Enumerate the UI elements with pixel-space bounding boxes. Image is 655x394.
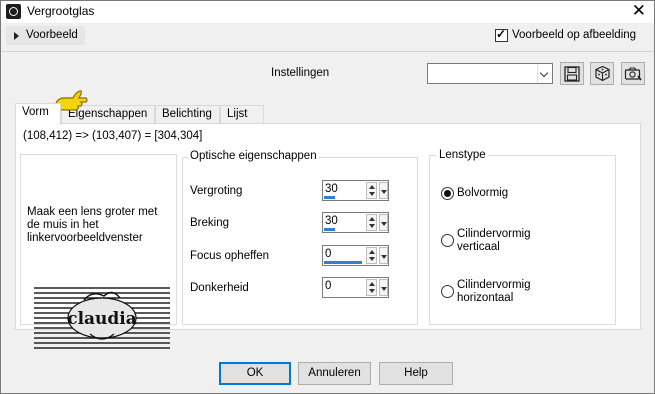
app-icon xyxy=(6,4,21,19)
refraction-value[interactable]: 30 xyxy=(325,215,338,227)
spin-up-icon[interactable] xyxy=(369,217,375,221)
randomize-button[interactable] xyxy=(590,62,614,85)
spin-up-icon[interactable] xyxy=(369,185,375,189)
presets-dropdown[interactable] xyxy=(427,63,553,84)
cancel-button[interactable]: Annuleren xyxy=(298,362,371,385)
spin-buttons[interactable] xyxy=(366,182,377,199)
radio-label-line: verticaal xyxy=(457,241,500,253)
floppy-disk-icon xyxy=(564,65,580,82)
preview-on-image-checkbox[interactable] xyxy=(495,27,508,42)
radio-label-line: Cilindervormig xyxy=(457,279,531,291)
help-button[interactable]: Help xyxy=(379,362,453,385)
tab-vorm[interactable]: Vorm xyxy=(15,103,61,125)
spin-buttons[interactable] xyxy=(366,279,377,296)
slider-dropdown-icon[interactable] xyxy=(379,214,388,231)
radio-label-cylindrical-horizontal[interactable]: Cilindervormig horizontaal xyxy=(457,279,531,305)
slider-dropdown-icon[interactable] xyxy=(379,247,388,264)
save-preset-button[interactable] xyxy=(560,62,584,85)
defocus-label: Focus opheffen xyxy=(190,250,270,262)
radio-cylindrical-vertical[interactable] xyxy=(441,234,454,247)
window-title: Vergrootglas xyxy=(27,4,95,18)
refraction-label: Breking xyxy=(190,217,229,229)
group-title-optical: Optische eigenschappen xyxy=(188,150,319,162)
header-divider xyxy=(2,51,653,52)
presets-label: Instellingen xyxy=(271,67,330,79)
radio-label-spherical[interactable]: Bolvormig xyxy=(457,187,508,200)
spin-down-icon[interactable] xyxy=(369,257,375,261)
title-bar[interactable]: Vergrootglas ✕ xyxy=(1,1,654,23)
camera-reset-icon xyxy=(624,66,642,80)
radio-label-line: Cilindervormig xyxy=(457,228,531,240)
defocus-value[interactable]: 0 xyxy=(325,248,331,260)
darkness-spinbox[interactable]: 0 xyxy=(322,277,389,298)
ok-button[interactable]: OK xyxy=(219,362,291,385)
spin-down-icon[interactable] xyxy=(369,289,375,293)
group-title-lens: Lenstype xyxy=(437,149,488,161)
chevron-down-icon[interactable] xyxy=(537,64,552,83)
refraction-spinbox[interactable]: 30 xyxy=(322,212,389,233)
tab-belichting[interactable]: Belichting xyxy=(155,105,220,124)
spin-buttons[interactable] xyxy=(366,214,377,231)
value-bar xyxy=(324,261,362,264)
radio-spherical[interactable] xyxy=(441,187,454,200)
close-icon[interactable]: ✕ xyxy=(632,1,646,21)
value-bar xyxy=(324,196,335,199)
tab-label: Belichting xyxy=(162,108,212,120)
reset-defaults-button[interactable] xyxy=(621,62,645,85)
preview-toggle-button[interactable]: Voorbeeld xyxy=(6,26,85,45)
magnification-value[interactable]: 30 xyxy=(325,183,338,195)
spin-down-icon[interactable] xyxy=(369,224,375,228)
defocus-spinbox[interactable]: 0 xyxy=(322,245,389,266)
spin-up-icon[interactable] xyxy=(369,282,375,286)
spin-down-icon[interactable] xyxy=(369,192,375,196)
dice-icon xyxy=(594,65,610,82)
coordinates-readout: (108,412) => (103,407) = [304,304] xyxy=(23,130,203,142)
preview-on-image-label[interactable]: Voorbeeld op afbeelding xyxy=(512,29,636,41)
dialog-window: Vergrootglas ✕ Voorbeeld Voorbeeld op af… xyxy=(0,0,655,394)
magnification-spinbox[interactable]: 30 xyxy=(322,180,389,201)
magnification-label: Vergroting xyxy=(190,185,243,197)
svg-text:claudia: claudia xyxy=(67,309,137,329)
spin-buttons[interactable] xyxy=(366,247,377,264)
instruction-text: Maak een lens groter met de muis in het … xyxy=(27,206,158,244)
claudia-watermark-logo: claudia xyxy=(34,287,170,349)
darkness-value[interactable]: 0 xyxy=(325,280,331,292)
tab-lijst[interactable]: Lijst xyxy=(220,105,264,124)
slider-dropdown-icon[interactable] xyxy=(379,279,388,296)
expand-arrow-icon xyxy=(14,32,19,40)
radio-label-line: horizontaal xyxy=(457,292,514,304)
preview-toggle-label: Voorbeeld xyxy=(26,29,78,41)
spin-up-icon[interactable] xyxy=(369,250,375,254)
radio-cylindrical-horizontal[interactable] xyxy=(441,285,454,298)
value-bar xyxy=(324,228,335,231)
tab-label: Lijst xyxy=(227,108,248,120)
slider-dropdown-icon[interactable] xyxy=(379,182,388,199)
darkness-label: Donkerheid xyxy=(190,282,249,294)
radio-label-cylindrical-vertical[interactable]: Cilindervormig verticaal xyxy=(457,228,531,254)
tab-label: Vorm xyxy=(22,106,49,118)
